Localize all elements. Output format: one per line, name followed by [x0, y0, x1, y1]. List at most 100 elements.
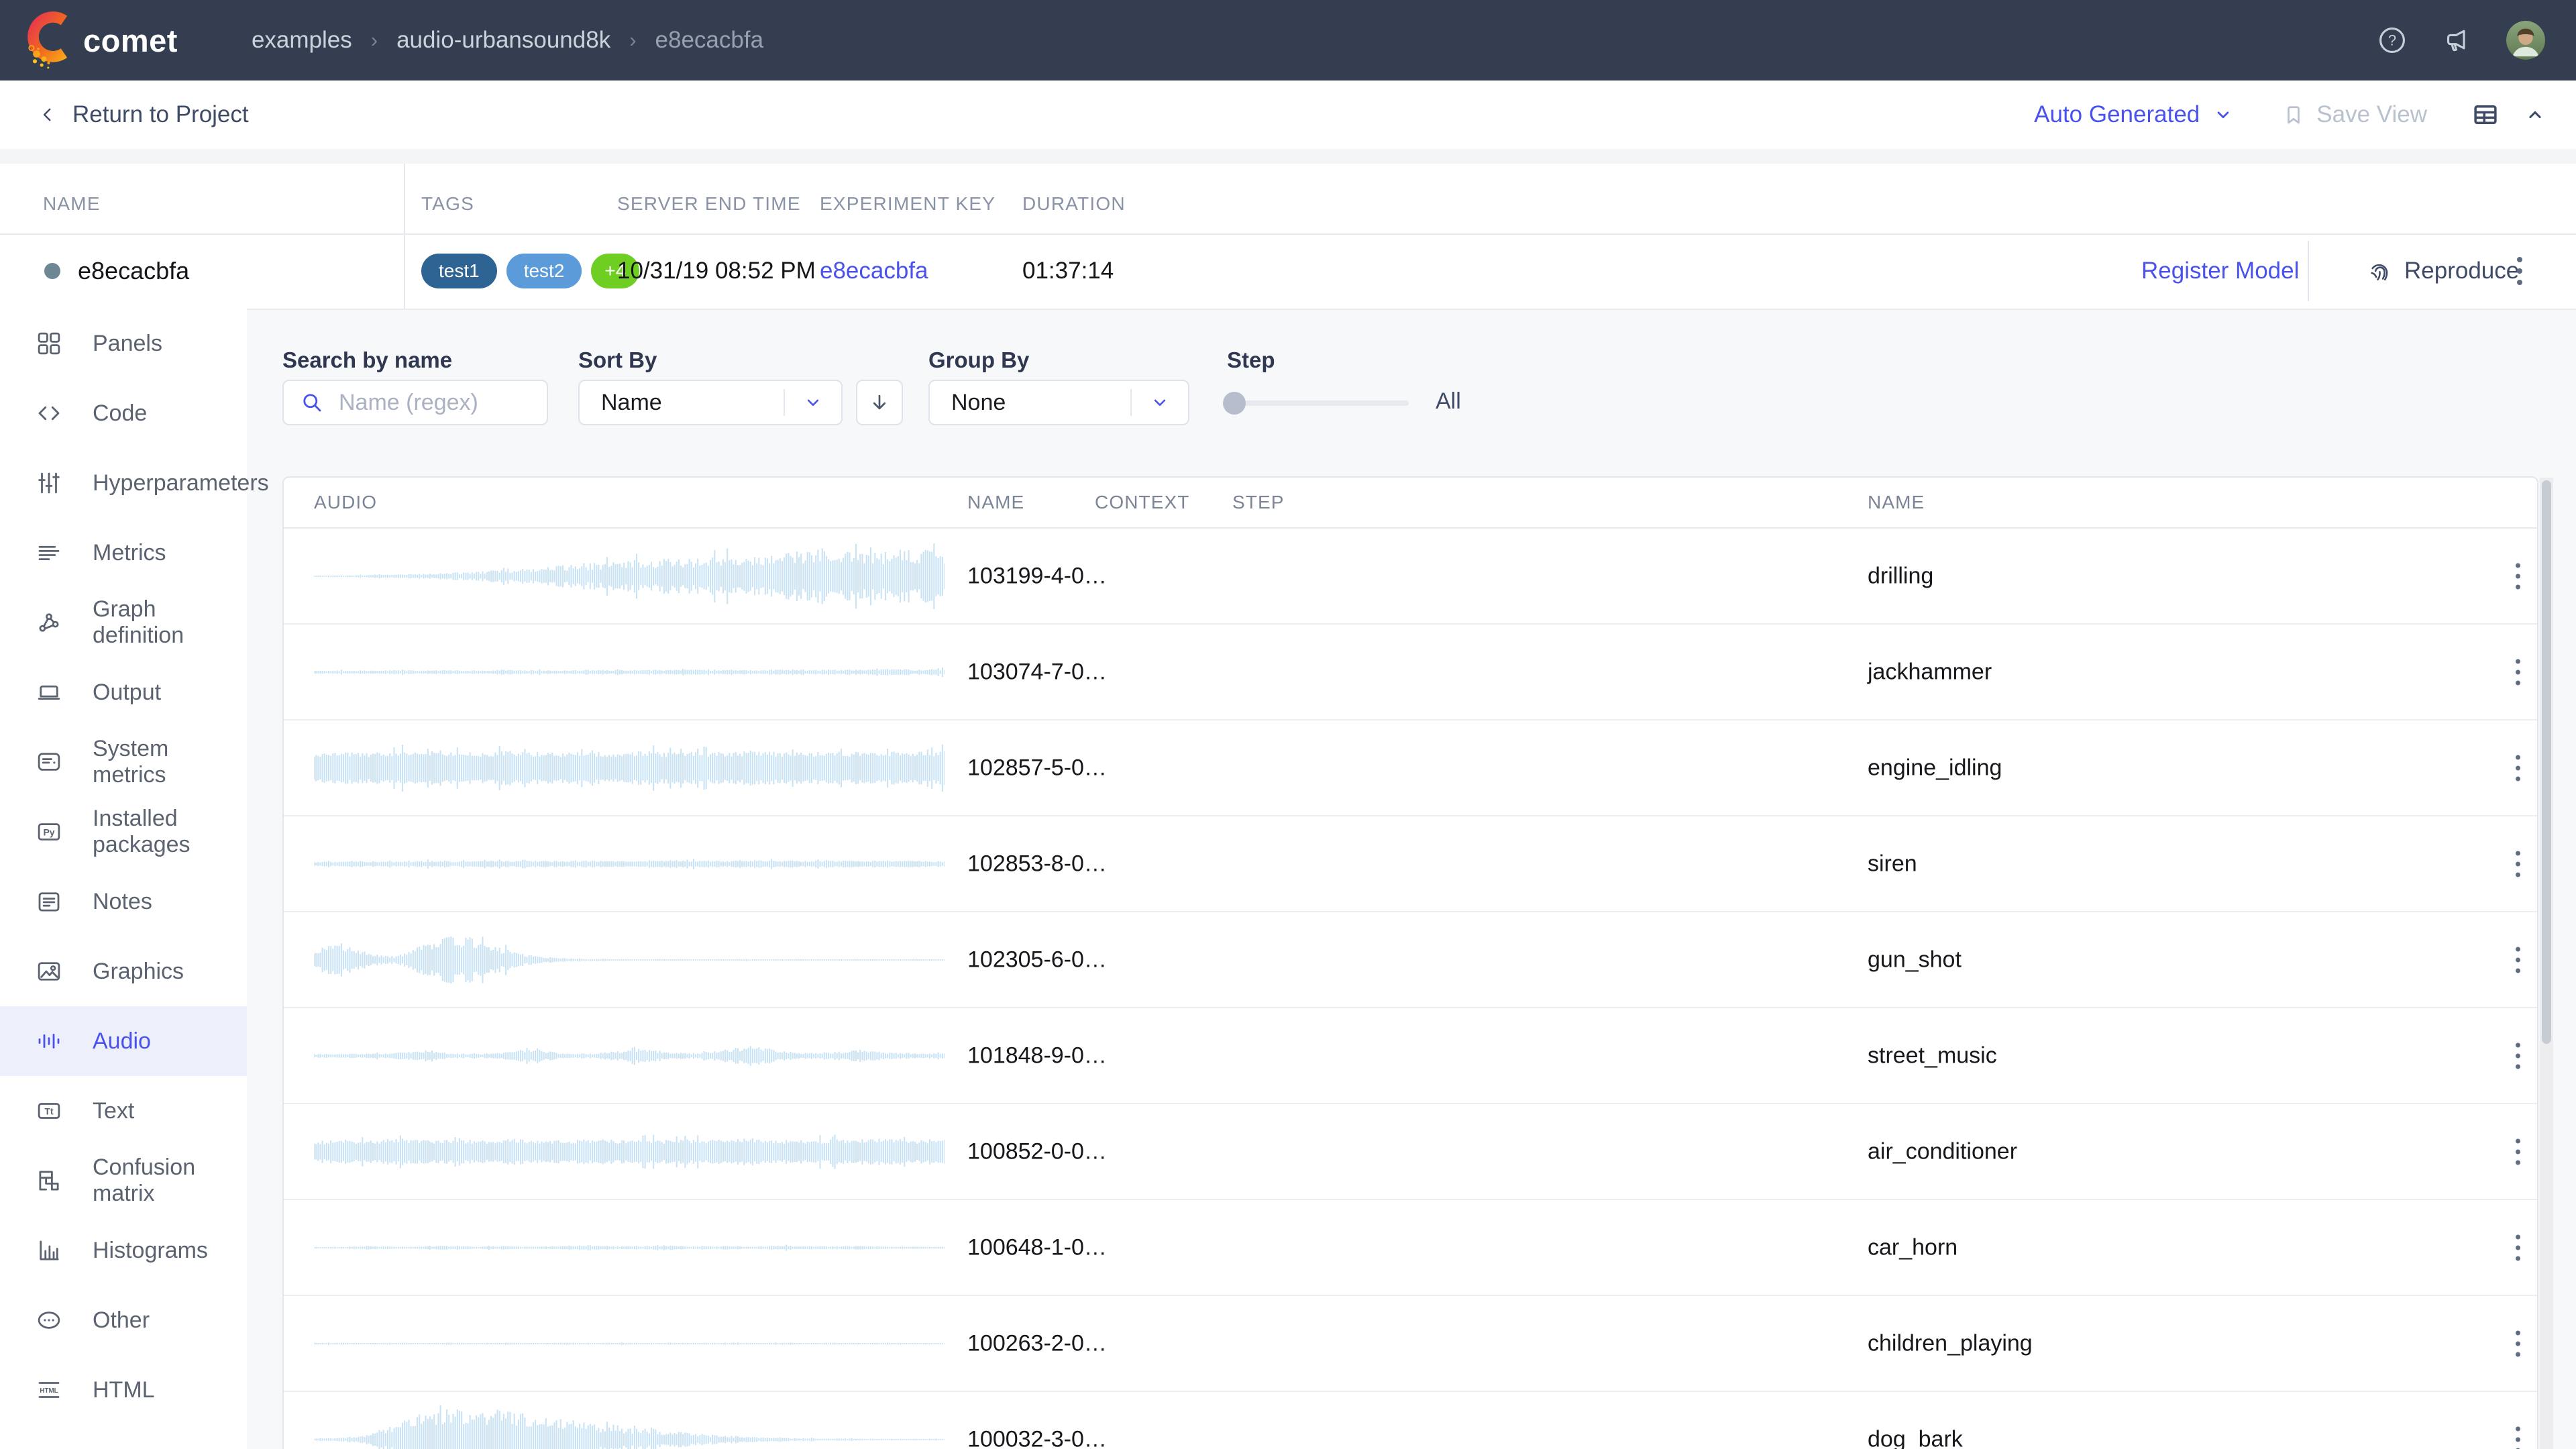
metrics-icon — [35, 539, 63, 567]
row-menu-button[interactable] — [2516, 1426, 2520, 1449]
view-selector-dropdown[interactable]: Auto Generated — [2034, 101, 2233, 128]
row-menu-button[interactable] — [2516, 1330, 2520, 1356]
row-menu-button[interactable] — [2516, 1234, 2520, 1260]
audio-waveform[interactable] — [314, 539, 945, 613]
scrollbar-track[interactable] — [2540, 478, 2553, 1449]
save-view-button[interactable]: Save View — [2282, 101, 2427, 128]
histograms-icon — [35, 1236, 63, 1265]
sidebar-item-hyperparameters[interactable]: Hyperparameters — [0, 448, 247, 518]
col-header-experiment-key: EXPERIMENT KEY — [820, 193, 996, 215]
sidebar-item-output[interactable]: Output — [0, 657, 247, 727]
audio-waveform[interactable] — [314, 1019, 945, 1093]
audio-waveform[interactable] — [314, 827, 945, 901]
sidebar-item-audio[interactable]: Audio — [0, 1006, 247, 1076]
step-label: Step — [1227, 347, 1275, 373]
sidebar-item-html[interactable]: HTML HTML — [0, 1355, 247, 1425]
slider-track[interactable] — [1227, 400, 1409, 406]
audio-label: siren — [1868, 851, 1917, 877]
installed-packages-icon: Py — [35, 818, 63, 846]
sort-by-dropdown[interactable]: Name — [578, 380, 843, 425]
audio-table-row: 100648-1-0…car_horn — [284, 1200, 2537, 1296]
app-root: comet examples›audio-urbansound8k›e8ecac… — [0, 0, 2576, 1449]
row-menu-button[interactable] — [2516, 1042, 2520, 1069]
audio-waveform[interactable] — [314, 1403, 945, 1449]
row-menu-button[interactable] — [2516, 851, 2520, 877]
svg-text:?: ? — [2388, 32, 2396, 48]
other-icon — [35, 1306, 63, 1334]
chevron-down-icon — [1150, 392, 1170, 413]
experiment-name: e8ecacbfa — [78, 257, 189, 285]
sort-direction-button[interactable] — [856, 380, 903, 425]
audio-label: street_music — [1868, 1042, 1997, 1069]
register-model-button[interactable]: Register Model — [2141, 258, 2299, 284]
breadcrumb-separator: › — [371, 28, 378, 52]
sidebar-item-confusion-matrix[interactable]: Confusion matrix — [0, 1146, 247, 1216]
sidebar-item-label: Text — [93, 1098, 134, 1124]
system-metrics-icon — [35, 748, 63, 776]
table-view-icon[interactable] — [2471, 101, 2500, 129]
row-menu-button[interactable] — [2516, 947, 2520, 973]
group-by-dropdown[interactable]: None — [928, 380, 1189, 425]
audio-waveform[interactable] — [314, 635, 945, 709]
experiment-tag[interactable]: test2 — [506, 254, 582, 288]
megaphone-icon[interactable] — [2442, 25, 2471, 55]
row-menu-button[interactable] — [2516, 1138, 2520, 1165]
help-icon[interactable]: ? — [2377, 25, 2407, 55]
scrollbar-thumb[interactable] — [2542, 480, 2551, 1044]
audio-label: gun_shot — [1868, 947, 1962, 973]
duration-value: 01:37:14 — [1022, 258, 1114, 284]
audio-waveform[interactable] — [314, 923, 945, 997]
section-divider — [0, 149, 2576, 164]
fingerprint-icon — [2367, 258, 2392, 284]
sidebar-item-graph-definition[interactable]: Graph definition — [0, 588, 247, 657]
search-input[interactable] — [337, 389, 533, 417]
sidebar-item-label: Confusion matrix — [93, 1155, 247, 1207]
sidebar-item-text[interactable]: TtText — [0, 1076, 247, 1146]
sidebar-item-histograms[interactable]: Histograms — [0, 1216, 247, 1285]
sidebar-item-metrics[interactable]: Metrics — [0, 518, 247, 588]
row-menu-button[interactable] — [2516, 563, 2520, 589]
sidebar-item-label: HTML — [93, 1377, 155, 1403]
html-icon: HTML — [35, 1376, 63, 1404]
sidebar-item-notes[interactable]: Notes — [0, 867, 247, 936]
audio-waveform[interactable] — [314, 731, 945, 805]
sidebar-item-code[interactable]: Code — [0, 378, 247, 448]
experiment-status-dot — [44, 263, 60, 279]
audio-name: 102305-6-0… — [967, 947, 1107, 973]
hyperparameters-icon — [35, 469, 63, 497]
step-slider[interactable] — [1227, 380, 1409, 425]
sidebar-item-graphics[interactable]: Graphics — [0, 936, 247, 1006]
reproduce-button[interactable]: Reproduce — [2367, 258, 2519, 284]
audio-waveform[interactable] — [314, 1307, 945, 1381]
audio-waveform[interactable] — [314, 1211, 945, 1285]
experiment-menu-button[interactable] — [2517, 257, 2522, 285]
sidebar-item-other[interactable]: Other — [0, 1285, 247, 1355]
return-to-project-link[interactable]: Return to Project — [39, 101, 249, 128]
context-col-header: CONTEXT — [1095, 478, 1189, 527]
audio-waveform[interactable] — [314, 1115, 945, 1189]
experiment-tag[interactable]: test1 — [421, 254, 497, 288]
user-avatar[interactable] — [2506, 21, 2545, 60]
breadcrumb-item[interactable]: audio-urbansound8k — [396, 27, 610, 54]
audio-label: drilling — [1868, 563, 1933, 589]
slider-handle[interactable] — [1223, 392, 1246, 415]
sidebar-item-installed-packages[interactable]: PyInstalled packages — [0, 797, 247, 867]
collapse-chevron-up-icon[interactable] — [2524, 103, 2546, 126]
audio-label: dog_bark — [1868, 1426, 1963, 1449]
col-header-tags: TAGS — [421, 193, 474, 215]
col-header-server-end-time: SERVER END TIME — [617, 193, 801, 215]
experiment-key-link[interactable]: e8ecacbfa — [820, 258, 928, 284]
row-menu-button[interactable] — [2516, 659, 2520, 685]
sidebar-item-label: Graphics — [93, 959, 184, 985]
graphics-icon — [35, 957, 63, 985]
breadcrumb-item[interactable]: examples — [252, 27, 352, 54]
audio-table-row: 102857-5-0…engine_idling — [284, 720, 2537, 816]
sort-by-value: Name — [601, 390, 784, 416]
graph-definition-icon — [35, 608, 63, 637]
sidebar-item-system-metrics[interactable]: System metrics — [0, 727, 247, 797]
sidebar-item-label: Metrics — [93, 540, 166, 566]
comet-logo[interactable]: comet — [24, 9, 178, 71]
row-menu-button[interactable] — [2516, 755, 2520, 781]
sidebar-item-panels[interactable]: Panels — [0, 309, 247, 378]
audio-table-row: 103199-4-0…drilling — [284, 529, 2537, 625]
